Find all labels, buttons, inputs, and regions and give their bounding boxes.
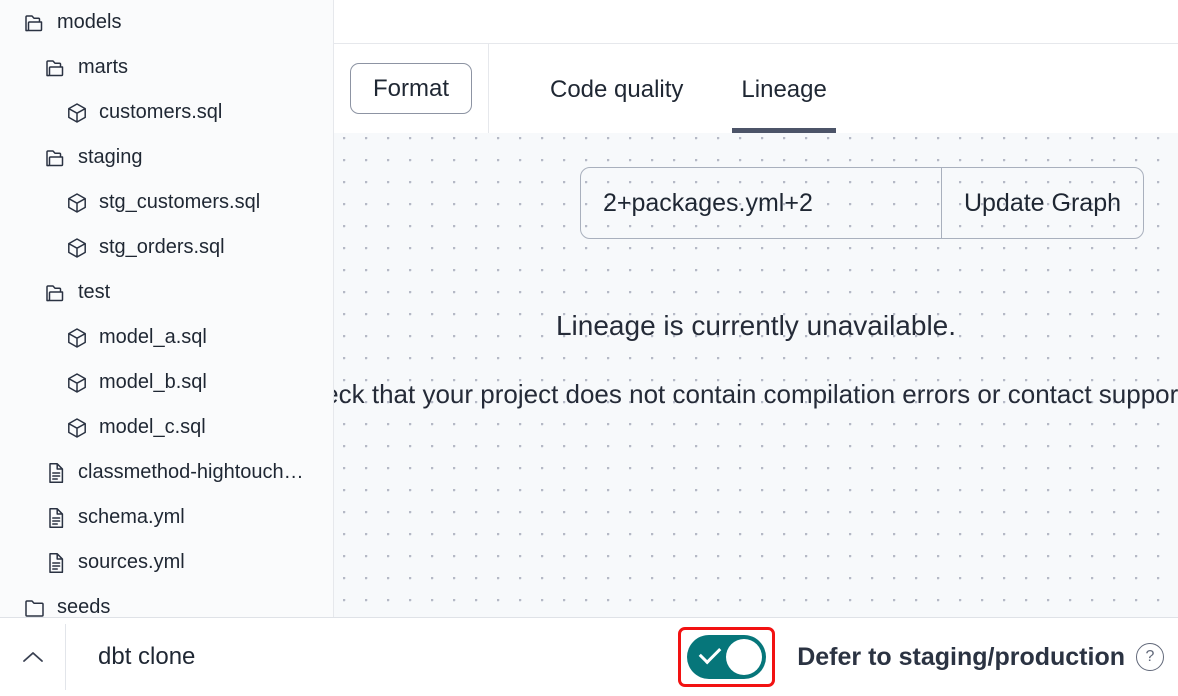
editor-tab-bar: Format Code quality Lineage (334, 44, 1178, 133)
lineage-canvas[interactable]: Update Graph Lineage is currently unavai… (334, 133, 1178, 617)
tree-item-model[interactable]: customers.sql (0, 90, 333, 135)
tree-item-model[interactable]: model_b.sql (0, 360, 333, 405)
folder-open-icon (43, 145, 69, 171)
defer-toggle[interactable] (687, 635, 767, 679)
format-cell: Format (334, 44, 489, 133)
tree-item-label: customers.sql (99, 101, 223, 123)
bottom-status-bar: dbt clone Defer to staging/production ? (0, 617, 1178, 696)
model-cube-icon (64, 100, 90, 126)
lineage-empty-subtitle: Check that your project does not contain… (334, 378, 1178, 409)
tree-item-model[interactable]: model_c.sql (0, 405, 333, 450)
defer-label: Defer to staging/production (797, 642, 1125, 671)
model-cube-icon (64, 325, 90, 351)
model-cube-icon (64, 370, 90, 396)
file-tree: models marts customers.sql staging stg_custo… (0, 0, 333, 617)
tree-item-file[interactable]: sources.yml (0, 540, 333, 585)
file-tree-sidebar[interactable]: models marts customers.sql staging stg_custo… (0, 0, 333, 617)
graph-selector-input[interactable] (581, 168, 941, 238)
editor-top-rail (334, 0, 1178, 44)
lineage-empty-state: Lineage is currently unavailable. Check … (334, 310, 1178, 417)
folder-open-icon (43, 55, 69, 81)
tree-item-label: model_c.sql (99, 416, 206, 438)
format-button[interactable]: Format (349, 62, 472, 115)
tree-item-label: staging (78, 146, 143, 168)
chevron-up-icon[interactable] (0, 618, 65, 696)
defer-toggle-highlight (678, 627, 776, 687)
editor-pane: Format Code quality Lineage Update Graph … (333, 0, 1178, 617)
tree-item-file[interactable]: classmethod-hightouch… (0, 450, 333, 495)
check-icon (698, 641, 722, 665)
tree-item-folder[interactable]: seeds (0, 585, 333, 617)
tree-item-label: test (78, 281, 111, 303)
tab-list: Code quality Lineage (489, 44, 1178, 133)
file-icon (43, 505, 69, 531)
tree-item-folder[interactable]: models (0, 0, 333, 45)
toggle-knob (726, 639, 763, 675)
tree-item-label: model_a.sql (99, 326, 207, 348)
file-icon (43, 550, 69, 576)
main-area: models marts customers.sql staging stg_custo… (0, 0, 1178, 617)
tree-item-label: model_b.sql (99, 371, 207, 393)
tree-item-model[interactable]: model_a.sql (0, 315, 333, 360)
model-cube-icon (64, 190, 90, 216)
graph-selector-group: Update Graph (580, 167, 1144, 239)
folder-open-icon (43, 280, 69, 306)
tab-code-quality[interactable]: Code quality (550, 44, 683, 133)
tree-item-model[interactable]: stg_orders.sql (0, 225, 333, 270)
file-icon (43, 460, 69, 486)
update-graph-button[interactable]: Update Graph (941, 168, 1143, 238)
folder-open-icon (22, 10, 48, 36)
model-cube-icon (64, 415, 90, 441)
tree-item-label: sources.yml (78, 551, 185, 573)
tree-item-folder[interactable]: staging (0, 135, 333, 180)
tree-item-label: models (57, 11, 122, 33)
tree-item-label: classmethod-hightouch… (78, 461, 304, 483)
help-circle-icon[interactable]: ? (1136, 643, 1164, 671)
tree-item-label: stg_customers.sql (99, 191, 261, 213)
tree-item-folder[interactable]: test (0, 270, 333, 315)
tree-item-label: marts (78, 56, 128, 78)
command-label: dbt clone (98, 643, 196, 670)
dbt-ide-window: models marts customers.sql staging stg_custo… (0, 0, 1178, 696)
tree-item-label: seeds (57, 596, 111, 617)
tree-item-folder[interactable]: marts (0, 45, 333, 90)
model-cube-icon (64, 235, 90, 261)
tree-item-model[interactable]: stg_customers.sql (0, 180, 333, 225)
tree-item-label: schema.yml (78, 506, 185, 528)
defer-control-group: Defer to staging/production ? (678, 627, 1178, 687)
tree-item-label: stg_orders.sql (99, 236, 225, 258)
folder-closed-icon (22, 595, 48, 618)
tree-item-file[interactable]: schema.yml (0, 495, 333, 540)
tab-lineage[interactable]: Lineage (732, 44, 837, 133)
lineage-empty-title: Lineage is currently unavailable. (555, 310, 957, 341)
